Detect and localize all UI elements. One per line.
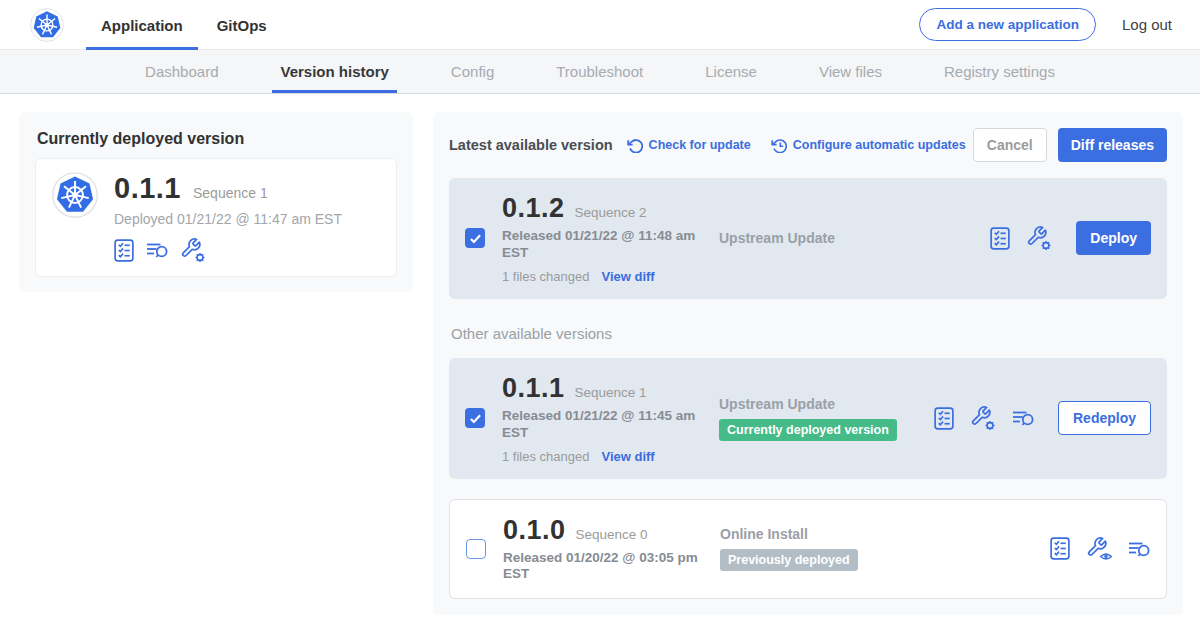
previously-deployed-badge: Previously deployed [720,549,858,571]
currently-deployed-badge: Currently deployed version [719,419,897,441]
deployed-version-number: 0.1.1 [114,172,181,205]
preflight-checks-icon[interactable] [934,407,954,430]
version-number: 0.1.1 [502,373,565,404]
config-view-icon[interactable] [1086,536,1112,562]
view-diff-link[interactable]: View diff [601,449,654,464]
subnav-view-files[interactable]: View files [811,50,890,93]
version-checkbox[interactable] [465,228,485,248]
version-sequence: Sequence 2 [575,205,647,220]
deployed-panel-title: Currently deployed version [37,130,397,148]
redeploy-button[interactable]: Redeploy [1058,401,1151,435]
check-for-update-link[interactable]: Check for update [627,137,751,153]
refresh-icon [627,137,643,153]
other-versions-heading: Other available versions [451,325,1167,342]
deployed-timestamp: Deployed 01/21/22 @ 11:47 am EST [114,211,342,227]
configure-automatic-updates-link[interactable]: Configure automatic updates [771,137,966,153]
version-sequence: Sequence 0 [576,527,648,542]
cancel-button[interactable]: Cancel [973,128,1047,162]
main-content: Currently deployed version 0.1.1 Sequenc… [0,94,1200,633]
version-sequence: Sequence 1 [575,385,647,400]
tab-application[interactable]: Application [86,0,198,50]
subnav-license[interactable]: License [697,50,765,93]
version-checkbox[interactable] [465,408,485,428]
view-files-diff-icon[interactable] [1012,410,1034,426]
subnav-config[interactable]: Config [443,50,502,93]
version-history-panel: Latest available version Check for updat… [433,112,1183,615]
clock-refresh-icon [771,137,787,153]
kubernetes-logo [30,8,64,42]
version-released-timestamp: Released 01/20/22 @ 03:05 pm EST [503,550,698,584]
latest-version-title: Latest available version [449,137,613,153]
version-released-timestamp: Released 01/21/22 @ 11:48 am EST [502,228,697,262]
preflight-checks-icon[interactable] [990,227,1010,250]
subnav-dashboard[interactable]: Dashboard [137,50,226,93]
version-row-0.1.1: 0.1.1 Sequence 1 Released 01/21/22 @ 11:… [449,358,1167,479]
diff-releases-button[interactable]: Diff releases [1058,128,1167,162]
subnav-version-history[interactable]: Version history [272,50,396,93]
config-wrench-icon[interactable] [180,237,206,263]
view-files-diff-icon[interactable] [1128,541,1150,557]
preflight-checks-icon[interactable] [1050,537,1070,560]
view-diff-link[interactable]: View diff [601,269,654,284]
tab-gitops[interactable]: GitOps [202,0,282,50]
preflight-checks-icon[interactable] [114,239,134,262]
version-released-timestamp: Released 01/21/22 @ 11:45 am EST [502,408,697,442]
version-row-0.1.0: 0.1.0 Sequence 0 Released 01/20/22 @ 03:… [449,499,1167,600]
config-wrench-icon[interactable] [970,405,996,431]
top-navigation-bar: Application GitOps Add a new application… [0,0,1200,50]
files-changed-label: 1 files changed [502,449,589,464]
version-source-label: Upstream Update [719,396,922,412]
logout-button[interactable]: Log out [1116,16,1172,33]
version-number: 0.1.2 [502,193,565,224]
version-number: 0.1.0 [503,515,566,546]
deployed-version-card: 0.1.1 Sequence 1 Deployed 01/21/22 @ 11:… [35,158,397,277]
config-wrench-icon[interactable] [1026,225,1052,251]
app-tabs: Application GitOps [86,0,286,50]
add-new-application-button[interactable]: Add a new application [919,8,1096,41]
version-source-label: Online Install [720,526,1038,542]
version-row-0.1.2: 0.1.2 Sequence 2 Released 01/21/22 @ 11:… [449,178,1167,299]
currently-deployed-panel: Currently deployed version 0.1.1 Sequenc… [19,112,413,292]
app-icon [52,172,98,218]
deploy-button[interactable]: Deploy [1076,221,1151,255]
subnav-troubleshoot[interactable]: Troubleshoot [548,50,651,93]
app-subnav: Dashboard Version history Config Trouble… [0,50,1200,94]
subnav-registry-settings[interactable]: Registry settings [936,50,1063,93]
version-source-label: Upstream Update [719,230,978,246]
view-files-diff-icon[interactable] [146,242,168,258]
files-changed-label: 1 files changed [502,269,589,284]
deployed-sequence: Sequence 1 [193,185,268,201]
version-checkbox[interactable] [466,539,486,559]
